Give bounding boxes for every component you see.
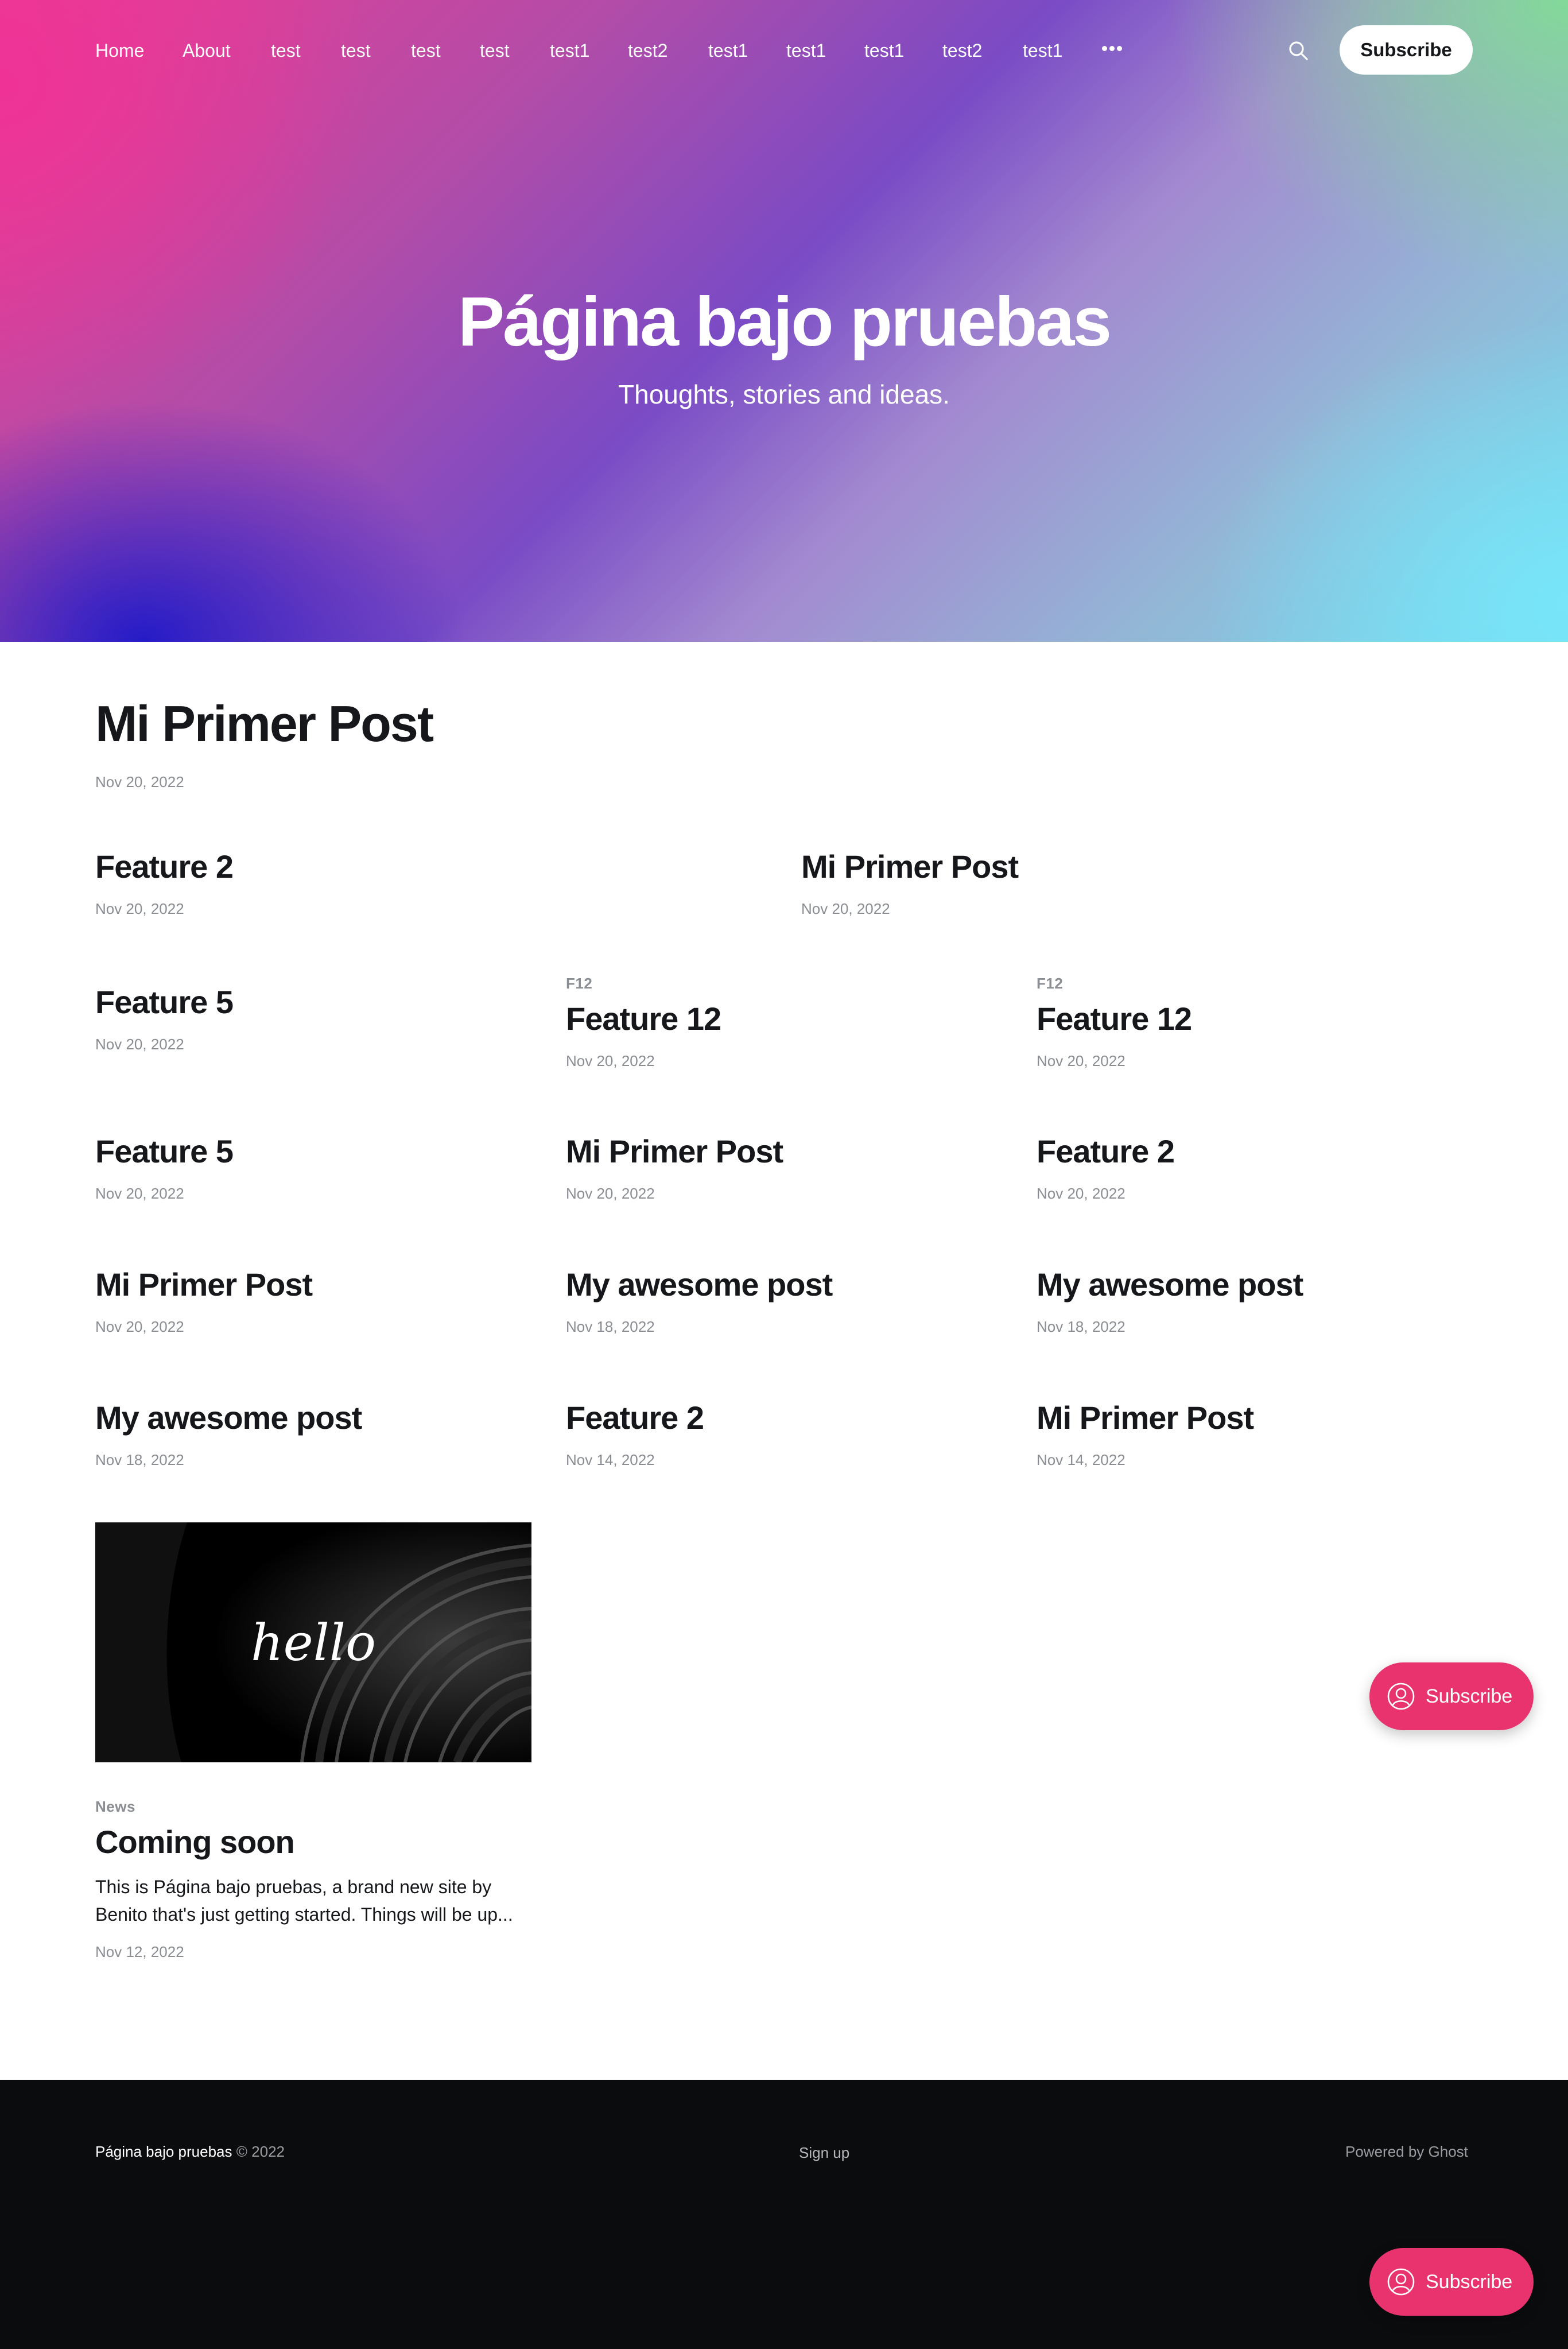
- post-tag[interactable]: F12: [566, 975, 721, 993]
- user-circle-icon: [1387, 2268, 1415, 2296]
- nav-item-test2[interactable]: test2: [628, 40, 667, 61]
- post-title[interactable]: Mi Primer Post: [95, 695, 434, 753]
- post-title[interactable]: Coming soon: [95, 1824, 531, 1860]
- footer-site-name[interactable]: Página bajo pruebas: [95, 2143, 232, 2160]
- nav-item-about[interactable]: About: [183, 40, 231, 61]
- portal-subscribe-label: Subscribe: [1426, 2271, 1513, 2293]
- post-date: Nov 20, 2022: [801, 900, 890, 918]
- post-card[interactable]: Feature 5 Nov 20, 2022: [95, 1133, 234, 1203]
- post-title[interactable]: Feature 12: [1037, 1001, 1192, 1037]
- site-header: Home About test test test test test1 tes…: [0, 0, 1568, 642]
- post-card-featured[interactable]: Mi Primer Post Nov 20, 2022: [95, 695, 434, 791]
- site-description: Thoughts, stories and ideas.: [618, 379, 950, 409]
- post-date: Nov 20, 2022: [566, 1185, 655, 1203]
- post-card[interactable]: News Coming soon This is Página bajo pru…: [95, 1798, 531, 1961]
- post-tag[interactable]: News: [95, 1798, 531, 1816]
- user-circle-icon: [1387, 1683, 1415, 1710]
- post-tag[interactable]: F12: [1037, 975, 1191, 993]
- search-icon[interactable]: [1287, 39, 1310, 62]
- post-image[interactable]: hello: [95, 1522, 531, 1762]
- post-date: Nov 20, 2022: [95, 773, 184, 791]
- post-date: Nov 12, 2022: [95, 1943, 184, 1961]
- footer-copyright-year: © 2022: [236, 2143, 285, 2160]
- post-date: Nov 18, 2022: [95, 1451, 184, 1469]
- portal-subscribe-button[interactable]: Subscribe: [1369, 2248, 1534, 2316]
- post-card[interactable]: Feature 2 Nov 20, 2022: [95, 848, 234, 918]
- post-date: Nov 20, 2022: [566, 1052, 655, 1070]
- post-title[interactable]: Feature 2: [566, 1400, 704, 1436]
- post-card[interactable]: F12 Feature 12 Nov 20, 2022: [1037, 975, 1192, 1070]
- nav-item-test1[interactable]: test1: [1023, 40, 1062, 61]
- portal-subscribe-button[interactable]: Subscribe: [1369, 1662, 1534, 1730]
- post-card[interactable]: F12 Feature 12 Nov 20, 2022: [566, 975, 721, 1070]
- nav-item-test1[interactable]: test1: [708, 40, 748, 61]
- subscribe-button[interactable]: Subscribe: [1340, 25, 1473, 75]
- post-card[interactable]: Feature 2 Nov 20, 2022: [1037, 1133, 1175, 1203]
- post-title[interactable]: My awesome post: [566, 1266, 833, 1303]
- post-date: Nov 20, 2022: [1037, 1185, 1125, 1203]
- post-card[interactable]: Mi Primer Post Nov 14, 2022: [1037, 1400, 1254, 1469]
- nav-item-test1[interactable]: test1: [864, 40, 904, 61]
- nav-item-test[interactable]: test: [411, 40, 441, 61]
- footer-signup-link[interactable]: Sign up: [799, 2144, 849, 2162]
- main-nav: Home About test test test test test1 tes…: [0, 0, 1568, 101]
- post-title[interactable]: Feature 5: [95, 984, 234, 1021]
- post-card[interactable]: Mi Primer Post Nov 20, 2022: [95, 1266, 313, 1336]
- post-date: Nov 20, 2022: [95, 900, 184, 918]
- site-footer: Página bajo pruebas © 2022 Sign up Power…: [0, 2080, 1568, 2349]
- post-date: Nov 20, 2022: [95, 1036, 184, 1053]
- post-card[interactable]: My awesome post Nov 18, 2022: [95, 1400, 362, 1469]
- post-card[interactable]: Mi Primer Post Nov 20, 2022: [566, 1133, 783, 1203]
- post-title[interactable]: Feature 5: [95, 1133, 234, 1170]
- footer-copyright: Página bajo pruebas © 2022: [95, 2143, 285, 2161]
- post-title[interactable]: Feature 2: [95, 848, 234, 885]
- post-date: Nov 14, 2022: [566, 1451, 655, 1469]
- post-date: Nov 20, 2022: [95, 1185, 184, 1203]
- post-card[interactable]: My awesome post Nov 18, 2022: [566, 1266, 833, 1336]
- post-card[interactable]: Feature 5 Nov 20, 2022: [95, 984, 234, 1053]
- post-date: Nov 18, 2022: [1037, 1318, 1125, 1336]
- nav-item-test2[interactable]: test2: [942, 40, 982, 61]
- post-title[interactable]: Mi Primer Post: [566, 1133, 783, 1170]
- post-title[interactable]: Feature 2: [1037, 1133, 1175, 1170]
- nav-item-test[interactable]: test: [341, 40, 371, 61]
- post-title[interactable]: Mi Primer Post: [801, 848, 1019, 885]
- portal-subscribe-label: Subscribe: [1426, 1685, 1513, 1707]
- post-title[interactable]: Mi Primer Post: [95, 1266, 313, 1303]
- post-date: Nov 18, 2022: [566, 1318, 655, 1336]
- post-date: Nov 20, 2022: [1037, 1052, 1125, 1070]
- post-title[interactable]: Feature 12: [566, 1001, 721, 1037]
- post-card[interactable]: Feature 2 Nov 14, 2022: [566, 1400, 704, 1469]
- post-image-text: hello: [251, 1613, 376, 1672]
- post-title[interactable]: Mi Primer Post: [1037, 1400, 1254, 1436]
- post-title[interactable]: My awesome post: [1037, 1266, 1303, 1303]
- post-title[interactable]: My awesome post: [95, 1400, 362, 1436]
- post-excerpt: This is Página bajo pruebas, a brand new…: [95, 1877, 513, 1925]
- nav-item-test[interactable]: test: [271, 40, 301, 61]
- nav-item-home[interactable]: Home: [95, 40, 144, 61]
- nav-item-test1[interactable]: test1: [786, 40, 826, 61]
- ellipsis-icon[interactable]: [1102, 46, 1125, 53]
- post-card[interactable]: Mi Primer Post Nov 20, 2022: [801, 848, 1019, 918]
- footer-powered-by[interactable]: Powered by Ghost: [1345, 2143, 1468, 2161]
- post-card[interactable]: My awesome post Nov 18, 2022: [1037, 1266, 1303, 1336]
- post-date: Nov 14, 2022: [1037, 1451, 1125, 1469]
- nav-item-test[interactable]: test: [480, 40, 510, 61]
- site-title: Página bajo pruebas: [457, 282, 1112, 361]
- post-date: Nov 20, 2022: [95, 1318, 184, 1336]
- nav-item-test1[interactable]: test1: [550, 40, 589, 61]
